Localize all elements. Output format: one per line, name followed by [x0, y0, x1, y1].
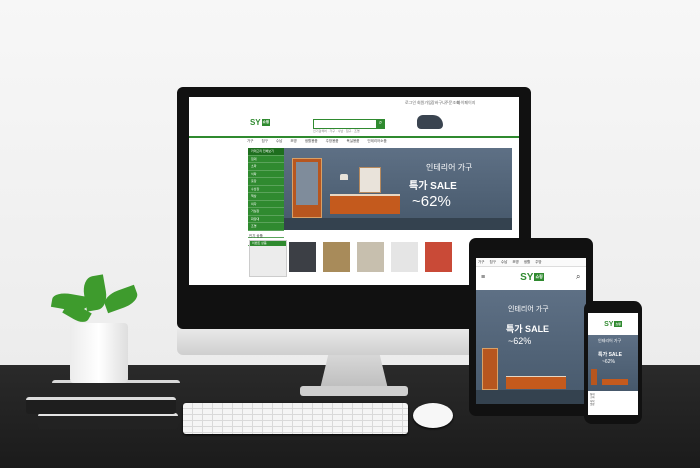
keyboard — [183, 403, 408, 434]
sidebar-item[interactable]: 책상 — [248, 193, 284, 201]
phone-banner-line3: ~62% — [602, 359, 615, 365]
tablet-menu-item[interactable]: 조명 — [512, 260, 518, 264]
product-thumbnail[interactable] — [425, 242, 452, 272]
popular-search-tags: 인기검색어 · 가구 · 수납 · 침구 · 조명 — [313, 129, 360, 133]
top-utility-bar: 로그인 회원가입 장바구니 주문조회 마이페이지 — [189, 97, 519, 107]
plant-pot — [70, 323, 128, 383]
menu-item[interactable]: 인테리어소품 — [367, 139, 386, 143]
book — [26, 397, 176, 414]
floor — [284, 218, 512, 230]
cabinet-illustration — [482, 348, 498, 390]
logo-text: SY — [604, 320, 614, 328]
product-thumbnail[interactable] — [289, 242, 316, 272]
hamburger-icon[interactable]: ≡ — [481, 274, 485, 281]
tablet-menu-item[interactable]: 침구 — [489, 260, 495, 264]
menu-item[interactable]: 침구 — [261, 139, 267, 143]
shoe-product-image[interactable] — [417, 115, 443, 129]
menu-item[interactable]: 조명 — [290, 139, 296, 143]
topbar-link[interactable]: 회원가입 — [417, 100, 432, 106]
search-tag[interactable]: 조명 — [354, 129, 360, 133]
header-divider — [189, 136, 519, 138]
menu-item[interactable]: 수납 — [276, 139, 282, 143]
search-tag[interactable]: 수납 — [338, 129, 344, 133]
sideboard-illustration — [602, 379, 628, 385]
banner-line3: ~62% — [412, 193, 451, 210]
picture-frame-illustration — [359, 167, 381, 193]
phone-banner-line1: 인테리어 가구 — [598, 338, 622, 343]
phone-banner-line2: 특가 SALE — [598, 352, 622, 358]
product-thumbnail[interactable] — [323, 242, 350, 272]
product-thumbnail[interactable] — [391, 242, 418, 272]
logo-house-icon: 쇼핑 — [261, 118, 271, 126]
banner-line1: 인테리어 가구 — [426, 163, 473, 172]
phone-list-item[interactable]: 옷장 — [590, 403, 636, 406]
sidebar-item[interactable]: 화장대 — [248, 216, 284, 223]
search-icon[interactable]: ⌕ — [576, 272, 580, 282]
sidebar-item[interactable]: 식탁 — [248, 171, 284, 178]
tablet-logo[interactable]: SY 쇼핑 — [514, 270, 550, 284]
menu-item[interactable]: 가구 — [247, 139, 253, 143]
topbar-link[interactable]: 마이페이지 — [457, 100, 475, 106]
banner-line2: 특가 SALE — [409, 181, 457, 192]
sidebar-item[interactable]: 거실장 — [248, 208, 284, 216]
phone-website-screen: SY 쇼핑 인테리어 가구 특가 SALE ~62% 침대 소파 식탁 옷장 — [588, 313, 638, 415]
phone-logo[interactable]: SY 쇼핑 — [600, 319, 626, 329]
site-logo[interactable]: SY 쇼핑 — [247, 117, 273, 127]
search-icon[interactable]: ⌕ — [376, 119, 385, 128]
menu-item[interactable]: 욕실용품 — [347, 139, 360, 143]
menu-item[interactable]: 생활용품 — [305, 139, 318, 143]
phone-category-list: 침대 소파 식탁 옷장 — [590, 393, 636, 407]
mouse — [413, 403, 453, 428]
product-thumbnail[interactable] — [357, 242, 384, 272]
sidebar-item[interactable]: 조명 — [248, 223, 284, 231]
sidebar-item[interactable]: 소파 — [248, 163, 284, 171]
event-box[interactable]: 이벤트 상품 — [249, 240, 287, 277]
search-input[interactable]: ⌕ — [313, 119, 385, 129]
tablet-hero-banner[interactable]: 인테리어 가구 특가 SALE ~62% — [476, 290, 586, 404]
tablet-menu-item[interactable]: 주방 — [535, 260, 541, 264]
logo-house-icon: 쇼핑 — [534, 273, 544, 281]
book — [38, 413, 178, 429]
tablet-website-screen: 가구 침구 수납 조명 생활 주방 ≡ SY 쇼핑 ⌕ 인테리어 가구 특가 SA… — [476, 258, 586, 404]
sidebar-item[interactable]: 침대 — [248, 156, 284, 163]
tablet-banner-line1: 인테리어 가구 — [508, 306, 549, 313]
sideboard-illustration — [506, 376, 566, 389]
main-menu: 가구 침구 수납 조명 생활용품 주방용품 욕실용품 인테리어소품 — [247, 139, 517, 147]
sidebar-item[interactable]: 의자 — [248, 201, 284, 208]
logo-text: SY — [249, 117, 261, 127]
tablet-menu-item[interactable]: 가구 — [478, 260, 484, 264]
floor — [476, 390, 586, 404]
search-tag[interactable]: 인기검색어 — [313, 129, 327, 133]
lamp-illustration — [340, 174, 348, 180]
logo-house-icon: 쇼핑 — [614, 321, 622, 327]
tablet-menu-item[interactable]: 생활 — [524, 260, 530, 264]
tablet-banner-line2: 특가 SALE — [506, 324, 550, 334]
section-title: 인기 상품 — [249, 234, 263, 238]
menu-item[interactable]: 주방용품 — [326, 139, 339, 143]
topbar-link[interactable]: 장바구니 — [431, 100, 446, 106]
sidebar-item[interactable]: 옷장 — [248, 178, 284, 186]
tablet-menu: 가구 침구 수납 조명 생활 주방 — [476, 258, 586, 267]
sidebar-item[interactable]: 수납장 — [248, 186, 284, 193]
monitor-stand — [320, 355, 388, 389]
tablet-menu-item[interactable]: 수납 — [501, 260, 507, 264]
monitor-stand-base — [300, 386, 408, 396]
search-tag[interactable]: 가구 — [329, 129, 335, 133]
cabinet-illustration — [591, 369, 597, 385]
hero-banner[interactable]: 인테리어 가구 특가 SALE ~62% — [284, 148, 512, 230]
logo-text: SY — [520, 271, 534, 283]
category-sidebar: 카테고리 전체보기 침대 소파 식탁 옷장 수납장 책상 의자 거실장 화장대 … — [248, 148, 284, 246]
topbar-link[interactable]: 로그인 — [405, 100, 416, 106]
sidebar-title: 카테고리 전체보기 — [248, 148, 284, 156]
sideboard-illustration — [330, 194, 400, 214]
event-box-title: 이벤트 상품 — [250, 241, 286, 246]
phone-hero-banner[interactable]: 인테리어 가구 특가 SALE ~62% — [588, 335, 638, 391]
tablet-banner-line3: ~62% — [508, 336, 532, 346]
search-tag[interactable]: 침구 — [346, 129, 352, 133]
cabinet-illustration — [292, 158, 322, 218]
